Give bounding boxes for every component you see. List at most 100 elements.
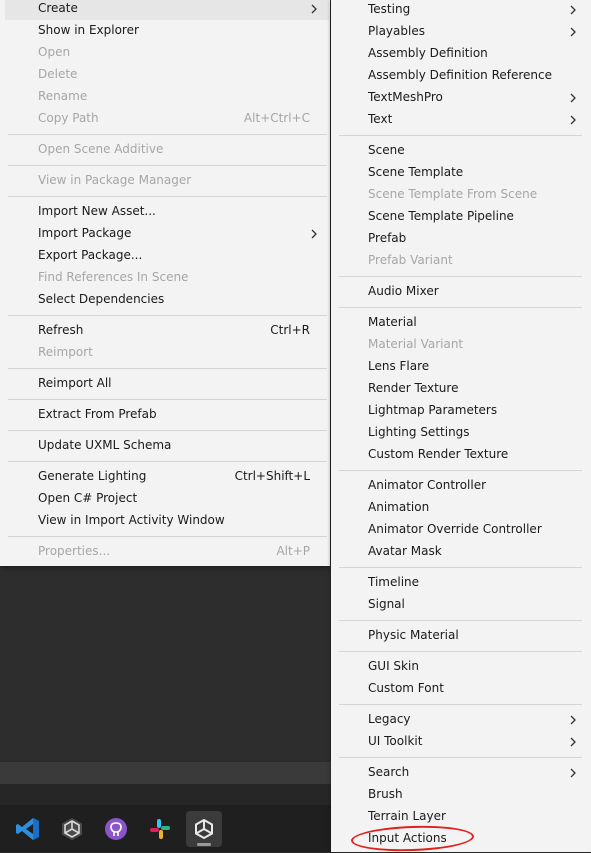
menu-item-label: View in Package Manager (38, 173, 192, 187)
menu-item-label: Custom Render Texture (368, 447, 509, 461)
menu-item-update-uxml-schema[interactable]: Update UXML Schema (5, 435, 329, 457)
menu-separator (8, 399, 327, 400)
desktop-background (0, 566, 331, 762)
menu-item-label: Physic Material (368, 628, 459, 642)
menu-item-select-dependencies[interactable]: Select Dependencies (5, 289, 329, 311)
menu-item-material-variant: Material Variant (331, 334, 591, 356)
menu-item-brush[interactable]: Brush (331, 784, 591, 806)
menu-item-material[interactable]: Material (331, 312, 591, 334)
chevron-right-icon (311, 4, 317, 14)
menu-item-label: Animator Controller (368, 478, 487, 492)
menu-separator (8, 165, 327, 166)
menu-item-label: Custom Font (368, 681, 444, 695)
chevron-right-icon (570, 5, 576, 15)
menu-separator (339, 470, 582, 471)
menu-item-label: Scene Template Pipeline (368, 209, 514, 223)
menu-item-export-package[interactable]: Export Package... (5, 245, 329, 267)
menu-item-label: Lens Flare (368, 359, 430, 373)
taskbar (0, 805, 331, 852)
menu-item-search[interactable]: Search (331, 762, 591, 784)
menu-item-animator-controller[interactable]: Animator Controller (331, 475, 591, 497)
menu-item-label: Animator Override Controller (368, 522, 542, 536)
menu-item-custom-render-texture[interactable]: Custom Render Texture (331, 444, 591, 466)
menu-item-extract-from-prefab[interactable]: Extract From Prefab (5, 404, 329, 426)
taskbar-app-slack[interactable] (142, 811, 178, 847)
menu-item-label: Scene Template (368, 165, 464, 179)
menu-item-label: Timeline (368, 575, 420, 589)
menu-item-animation[interactable]: Animation (331, 497, 591, 519)
menu-item-prefab[interactable]: Prefab (331, 228, 591, 250)
menu-item-view-in-package-manager: View in Package Manager (5, 170, 329, 192)
menu-item-reimport-all[interactable]: Reimport All (5, 373, 329, 395)
menu-item-label: Generate Lighting (38, 469, 147, 483)
menu-item-label: Playables (368, 24, 425, 38)
menu-item-audio-mixer[interactable]: Audio Mixer (331, 281, 591, 303)
menu-item-text[interactable]: Text (331, 109, 591, 131)
menu-item-label: Scene (368, 143, 405, 157)
chevron-right-icon (570, 737, 576, 747)
menu-item-ui-toolkit[interactable]: UI Toolkit (331, 731, 591, 753)
menu-item-gui-skin[interactable]: GUI Skin (331, 656, 591, 678)
menu-item-timeline[interactable]: Timeline (331, 572, 591, 594)
taskbar-app-unity-editor[interactable] (186, 811, 222, 847)
menu-item-label: Audio Mixer (368, 284, 439, 298)
menu-item-label: Avatar Mask (368, 544, 442, 558)
menu-item-lens-flare[interactable]: Lens Flare (331, 356, 591, 378)
menu-item-open-c-project[interactable]: Open C# Project (5, 488, 329, 510)
menu-item-show-in-explorer[interactable]: Show in Explorer (5, 20, 329, 42)
menu-item-refresh[interactable]: Refresh Ctrl+R (5, 320, 329, 342)
create-submenu: Testing Playables Assembly Definition Assem… (331, 0, 591, 852)
assets-context-menu: Create Show in Explorer Open Delete Rename Co… (0, 0, 330, 566)
menu-item-label: Export Package... (38, 248, 143, 262)
menu-item-label: Find References In Scene (38, 270, 189, 284)
menu-item-legacy[interactable]: Legacy (331, 709, 591, 731)
menu-item-scene[interactable]: Scene (331, 140, 591, 162)
menu-item-label: Lighting Settings (368, 425, 470, 439)
menu-item-testing[interactable]: Testing (331, 0, 591, 21)
menu-item-import-new-asset[interactable]: Import New Asset... (5, 201, 329, 223)
taskbar-app-unity-hub[interactable] (54, 811, 90, 847)
menu-separator (339, 567, 582, 568)
menu-item-textmeshpro[interactable]: TextMeshPro (331, 87, 591, 109)
menu-item-scene-template-from-scene: Scene Template From Scene (331, 184, 591, 206)
menu-item-label: Extract From Prefab (38, 407, 157, 421)
chevron-right-icon (570, 93, 576, 103)
chevron-right-icon (570, 715, 576, 725)
menu-item-import-package[interactable]: Import Package (5, 223, 329, 245)
chevron-right-icon (570, 115, 576, 125)
menu-item-physic-material[interactable]: Physic Material (331, 625, 591, 647)
menu-separator (8, 368, 327, 369)
menu-item-terrain-layer[interactable]: Terrain Layer (331, 806, 591, 828)
menu-item-generate-lighting[interactable]: Generate Lighting Ctrl+Shift+L (5, 466, 329, 488)
menu-item-lighting-settings[interactable]: Lighting Settings (331, 422, 591, 444)
menu-item-assembly-definition[interactable]: Assembly Definition (331, 43, 591, 65)
menu-item-label: Rename (38, 89, 88, 103)
menu-item-view-in-import-activity-window[interactable]: View in Import Activity Window (5, 510, 329, 532)
menu-item-avatar-mask[interactable]: Avatar Mask (331, 541, 591, 563)
menu-separator (339, 704, 582, 705)
chevron-right-icon (570, 27, 576, 37)
menu-item-lightmap-parameters[interactable]: Lightmap Parameters (331, 400, 591, 422)
chevron-right-icon (311, 229, 317, 239)
menu-item-signal[interactable]: Signal (331, 594, 591, 616)
menu-separator (8, 430, 327, 431)
menu-item-label: Reimport (38, 345, 93, 359)
menu-item-shortcut: Ctrl+Shift+L (234, 469, 310, 483)
menu-item-label: Prefab (368, 231, 407, 245)
menu-item-label: Material (368, 315, 417, 329)
taskbar-app-github-desktop[interactable] (98, 811, 134, 847)
menu-item-animator-override-controller[interactable]: Animator Override Controller (331, 519, 591, 541)
menu-item-assembly-definition-reference[interactable]: Assembly Definition Reference (331, 65, 591, 87)
menu-item-shortcut: Alt+P (276, 544, 310, 558)
menu-item-scene-template-pipeline[interactable]: Scene Template Pipeline (331, 206, 591, 228)
menu-item-scene-template[interactable]: Scene Template (331, 162, 591, 184)
editor-status-bar (0, 762, 331, 784)
menu-item-custom-font[interactable]: Custom Font (331, 678, 591, 700)
menu-item-label: Assembly Definition Reference (368, 68, 553, 82)
menu-item-label: Scene Template From Scene (368, 187, 538, 201)
menu-item-playables[interactable]: Playables (331, 21, 591, 43)
menu-item-create[interactable]: Create (5, 0, 329, 20)
taskbar-app-vscode[interactable] (10, 811, 46, 847)
menu-item-label: GUI Skin (368, 659, 419, 673)
menu-item-render-texture[interactable]: Render Texture (331, 378, 591, 400)
